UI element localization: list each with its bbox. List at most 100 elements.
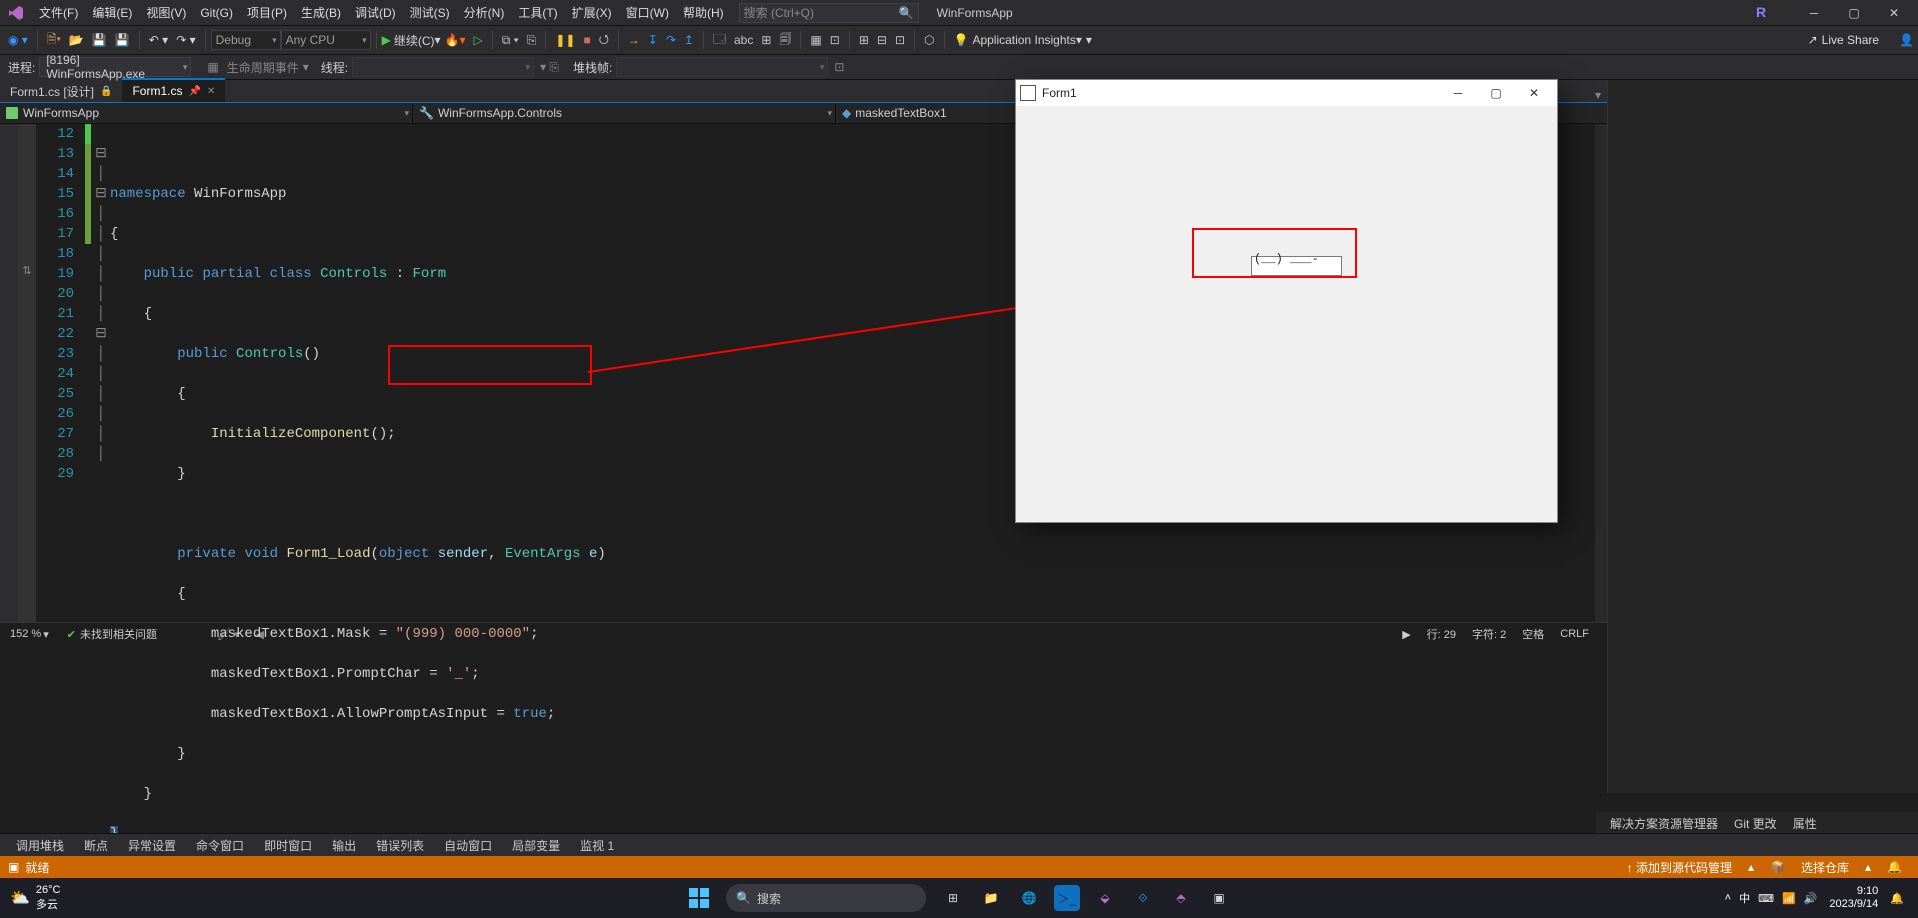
tab-form-code[interactable]: Form1.cs 📌 ✕ — [122, 78, 225, 102]
tab-properties[interactable]: 属性 — [1793, 815, 1817, 832]
running-form-window[interactable]: Form1 ─ ▢ ✕ (__) ___-____ — [1015, 79, 1558, 523]
save-icon[interactable]: 💾 — [89, 33, 110, 47]
powershell-icon[interactable]: ＞_ — [1054, 885, 1080, 911]
vs-installer-icon[interactable]: ⬙ — [1092, 885, 1118, 911]
menu-extensions[interactable]: 扩展(X) — [565, 4, 619, 21]
menu-build[interactable]: 生成(B) — [294, 4, 348, 21]
tool2-icon[interactable]: abc — [730, 33, 757, 47]
menu-view[interactable]: 视图(V) — [139, 4, 193, 21]
tray-chevron-icon[interactable]: ˄ — [1725, 892, 1731, 904]
step-out-icon[interactable]: ↥ — [680, 33, 698, 47]
notifications-icon[interactable]: 🔔 — [1890, 892, 1904, 905]
task-view-icon[interactable]: ⊞ — [940, 885, 966, 911]
tool-error-list[interactable]: 错误列表 — [376, 837, 424, 854]
system-tray[interactable]: ˄ 中 ⌨ 📶 🔊 9:10 2023/9/14 🔔 — [1721, 885, 1908, 911]
tool-command-window[interactable]: 命令窗口 — [196, 837, 244, 854]
tray-input-icon[interactable]: ⌨ — [1758, 892, 1774, 905]
form-titlebar[interactable]: Form1 ─ ▢ ✕ — [1016, 80, 1557, 106]
show-next-icon[interactable]: → — [624, 33, 644, 47]
tool-locals[interactable]: 局部变量 — [512, 837, 560, 854]
tab-pin-icon[interactable]: 📌 — [188, 86, 200, 97]
window-close[interactable]: ✕ — [1874, 0, 1914, 25]
tray-ime[interactable]: 中 — [1739, 890, 1750, 906]
form-minimize[interactable]: ─ — [1439, 81, 1477, 105]
taskbar-weather[interactable]: ⛅ 26°C 多云 — [10, 884, 61, 912]
tool10-icon[interactable]: ⬡ — [920, 33, 938, 47]
tool-callstack[interactable]: 调用堆栈 — [16, 837, 64, 854]
form-close[interactable]: ✕ — [1515, 81, 1553, 105]
resharper-icon[interactable]: R — [1756, 4, 1774, 22]
start-button[interactable] — [686, 885, 712, 911]
save-all-icon[interactable]: 💾 — [112, 33, 133, 47]
tool-breakpoints[interactable]: 断点 — [84, 837, 108, 854]
tool4-icon[interactable]: 🗐 — [775, 30, 795, 51]
vs-icon[interactable]: ⬘ — [1168, 885, 1194, 911]
menu-tools[interactable]: 工具(T) — [511, 4, 564, 21]
menu-file[interactable]: 文件(F) — [32, 4, 85, 21]
menu-debug[interactable]: 调试(D) — [348, 4, 403, 21]
windows-taskbar[interactable]: ⛅ 26°C 多云 🔍 搜索 ⊞ 📁 🌐 ＞_ ⬙ ⟐ ⬘ ▣ ˄ 中 ⌨ 📶 … — [0, 878, 1918, 918]
menu-window[interactable]: 窗口(W) — [619, 4, 676, 21]
glyph-margin[interactable]: ⇅ — [18, 124, 36, 622]
continue-button[interactable]: ▶继续(C) ▾ — [382, 32, 441, 49]
config-combo[interactable]: Debug — [211, 30, 281, 50]
app-icon[interactable]: ▣ — [1206, 885, 1232, 911]
tray-volume-icon[interactable]: 🔊 — [1804, 892, 1818, 905]
process-combo[interactable]: [8196] WinFormsApp.exe — [39, 57, 191, 77]
navbar-project[interactable]: WinFormsApp — [0, 104, 413, 123]
taskbar-search[interactable]: 🔍 搜索 — [726, 884, 926, 912]
hot-reload-icon[interactable]: 🔥▾ — [442, 33, 469, 47]
stack-combo[interactable] — [616, 57, 828, 77]
app-insights-label[interactable]: Application Insights — [972, 33, 1075, 47]
source-control-button[interactable]: ↑ 添加到源代码管理 — [1627, 859, 1732, 876]
liveshare-icon[interactable]: ↗ — [1808, 33, 1818, 47]
tool9-icon[interactable]: ⊡ — [891, 33, 909, 47]
taskbar-clock[interactable]: 9:10 2023/9/14 — [1829, 885, 1878, 911]
pause-icon[interactable]: ❚❚ — [551, 33, 579, 47]
nav-back-icon[interactable]: ◉ ▾ — [5, 33, 31, 47]
stop-icon[interactable]: ■ — [579, 33, 594, 47]
menu-test[interactable]: 测试(S) — [403, 4, 457, 21]
undo-icon[interactable]: ↶ ▾ — [146, 33, 171, 47]
masked-textbox[interactable]: (__) ___-____ — [1251, 256, 1342, 276]
tool8-icon[interactable]: ⊟ — [873, 33, 891, 47]
threads-icon[interactable]: ⎘ — [523, 33, 541, 48]
menu-edit[interactable]: 编辑(E) — [85, 4, 139, 21]
tab-form-designer[interactable]: Form1.cs [设计] 🔒 — [0, 79, 122, 102]
redo-icon[interactable]: ↷ ▾ — [173, 33, 198, 47]
window-minimize[interactable]: ─ — [1794, 0, 1834, 25]
open-icon[interactable]: 📂 — [66, 33, 87, 47]
vscode-icon[interactable]: ⟐ — [1130, 885, 1156, 911]
tool-output[interactable]: 输出 — [332, 837, 356, 854]
platform-combo[interactable]: Any CPU — [281, 30, 371, 50]
new-project-icon[interactable]: 🗎▾ — [44, 30, 64, 51]
form-maximize[interactable]: ▢ — [1477, 81, 1515, 105]
stack-icon[interactable]: ⧉ ▾ — [498, 33, 523, 48]
window-maximize[interactable]: ▢ — [1834, 0, 1874, 25]
tool-autos[interactable]: 自动窗口 — [444, 837, 492, 854]
account-icon[interactable]: 👤 — [1899, 33, 1914, 47]
tab-git-changes[interactable]: Git 更改 — [1734, 815, 1777, 832]
swap-icon[interactable]: ⇅ — [18, 264, 36, 277]
tool7-icon[interactable]: ⊞ — [855, 33, 873, 47]
liveshare-label[interactable]: Live Share — [1822, 33, 1879, 47]
no-debug-icon[interactable]: ▷ — [471, 33, 486, 47]
tool-icon[interactable]: 🗔 — [709, 30, 730, 51]
quick-search[interactable]: 搜索 (Ctrl+Q) 🔍 — [739, 3, 919, 23]
tool-immediate[interactable]: 即时窗口 — [264, 837, 312, 854]
tool3-icon[interactable]: ⊞ — [757, 33, 775, 47]
tab-close-icon[interactable]: ✕ — [207, 86, 215, 97]
explorer-icon[interactable]: 📁 — [978, 885, 1004, 911]
repo-button[interactable]: 选择仓库 — [1801, 859, 1849, 876]
step-over-icon[interactable]: ↷ — [662, 33, 680, 47]
restart-icon[interactable]: ⭯ — [595, 30, 613, 51]
fold-column[interactable]: ⊟│⊟││││││⊟││││││ — [92, 124, 110, 622]
editor-vscrollbar[interactable] — [1595, 124, 1607, 622]
tool-watch[interactable]: 监视 1 — [580, 837, 614, 854]
step-into-icon[interactable]: ↧ — [644, 33, 662, 47]
navbar-class[interactable]: 🔧 WinFormsApp.Controls — [413, 104, 836, 123]
zoom-level[interactable]: 152 % — [10, 628, 41, 640]
menu-git[interactable]: Git(G) — [193, 6, 240, 20]
thread-combo[interactable] — [352, 57, 534, 77]
tray-wifi-icon[interactable]: 📶 — [1782, 892, 1796, 905]
